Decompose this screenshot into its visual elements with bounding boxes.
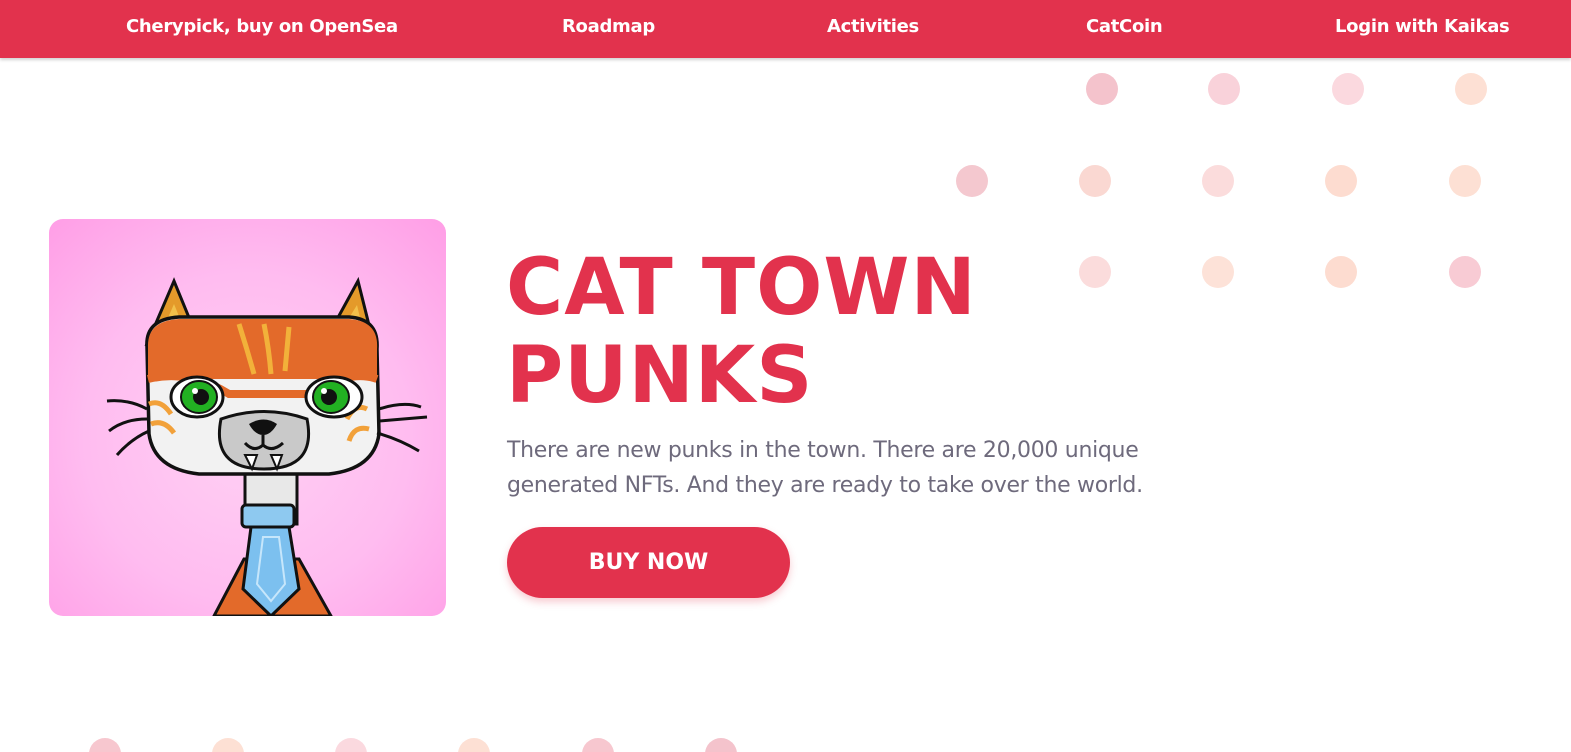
decor-dot — [458, 738, 490, 752]
buy-now-button[interactable]: BUY NOW — [507, 527, 790, 598]
decor-dot — [1325, 165, 1357, 197]
hero-description-line-2: generated NFTs. And they are ready to ta… — [507, 473, 1143, 498]
decor-dot — [1325, 256, 1357, 288]
decor-dot — [212, 738, 244, 752]
decor-dot — [1208, 73, 1240, 105]
page: Cherypick, buy on OpenSea Roadmap Activi… — [0, 0, 1571, 752]
nav-catcoin-link[interactable]: CatCoin — [1086, 0, 1163, 54]
top-nav: Cherypick, buy on OpenSea Roadmap Activi… — [0, 0, 1571, 58]
decor-dot — [1449, 165, 1481, 197]
hero-title-line-2: PUNKS — [506, 331, 814, 421]
nav-roadmap-link[interactable]: Roadmap — [562, 0, 655, 54]
hero-description-line-1: There are new punks in the town. There a… — [507, 438, 1139, 463]
decor-dot — [89, 738, 121, 752]
hero-description: There are new punks in the town. There a… — [507, 433, 1227, 503]
hero-title: CAT TOWN PUNKS — [506, 244, 1126, 420]
decor-dot — [705, 738, 737, 752]
decor-dot — [1449, 256, 1481, 288]
nav-login-kaikas-link[interactable]: Login with Kaikas — [1335, 0, 1510, 54]
decor-dot — [1332, 73, 1364, 105]
decor-dot — [582, 738, 614, 752]
decor-dot — [335, 738, 367, 752]
decor-dot — [1086, 73, 1118, 105]
cat-punk-nft-icon — [106, 276, 428, 616]
hero-nft-image — [49, 219, 446, 616]
hero-title-line-1: CAT TOWN — [506, 243, 977, 333]
decor-dot — [1079, 165, 1111, 197]
decor-dot — [956, 165, 988, 197]
nav-opensea-link[interactable]: Cherypick, buy on OpenSea — [126, 0, 398, 54]
decor-dot — [1455, 73, 1487, 105]
decor-dot — [1202, 165, 1234, 197]
nav-activities-link[interactable]: Activities — [827, 0, 919, 54]
decor-dot — [1202, 256, 1234, 288]
